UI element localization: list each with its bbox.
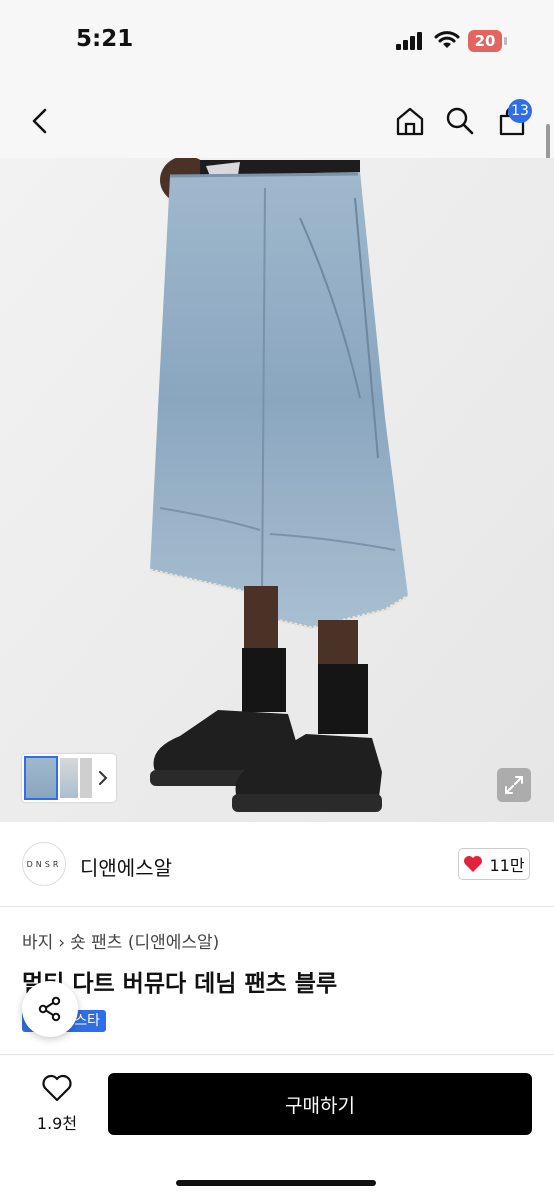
battery-cap	[504, 37, 507, 45]
favorite-count: 1.9천	[36, 1114, 78, 1133]
buy-button[interactable]: 구매하기	[108, 1073, 532, 1135]
thumbnail-strip[interactable]	[22, 754, 116, 802]
seller-like-button[interactable]: 11만	[458, 848, 530, 880]
seller-logo[interactable]: DNSR	[22, 842, 66, 886]
share-button[interactable]	[22, 981, 78, 1037]
status-bar: 5:21 20	[0, 0, 554, 84]
heart-filled-icon	[464, 856, 483, 872]
thumbnail-image[interactable]	[60, 758, 78, 798]
thumbnail-image[interactable]	[80, 758, 92, 798]
breadcrumb-item[interactable]: 숏 팬츠 (디앤에스알)	[70, 933, 219, 953]
status-time: 5:21	[76, 26, 134, 52]
seller-like-count: 11만	[489, 856, 525, 875]
back-icon	[32, 108, 47, 134]
share-icon	[38, 996, 61, 1022]
seller-name[interactable]: 디앤에스알	[80, 852, 172, 881]
signal-icon	[396, 32, 426, 50]
search-button[interactable]	[442, 84, 478, 158]
heart-outline-icon	[42, 1074, 72, 1102]
seller-row[interactable]: DNSR 디앤에스알 11만	[0, 822, 554, 907]
top-navigation-bar	[0, 84, 554, 158]
home-button[interactable]	[392, 84, 428, 158]
chevron-right-icon: ›	[58, 933, 66, 953]
back-button[interactable]	[22, 84, 58, 158]
search-icon	[446, 107, 474, 135]
expand-image-button[interactable]	[497, 768, 531, 802]
breadcrumb-item[interactable]: 바지	[22, 933, 53, 953]
chevron-right-icon[interactable]	[98, 770, 108, 786]
cart-count-badge: 13	[508, 99, 532, 123]
thumbnail-image[interactable]	[24, 756, 58, 800]
expand-icon	[505, 776, 523, 794]
wifi-icon	[434, 31, 460, 48]
home-indicator	[176, 1180, 376, 1186]
product-photo	[0, 158, 554, 822]
favorite-button[interactable]: 1.9천	[22, 1074, 92, 1134]
breadcrumb: 바지 › 숏 팬츠 (디앤에스알)	[22, 928, 219, 953]
product-image[interactable]	[0, 158, 554, 822]
home-icon	[396, 107, 424, 136]
battery-indicator: 20	[468, 30, 502, 52]
